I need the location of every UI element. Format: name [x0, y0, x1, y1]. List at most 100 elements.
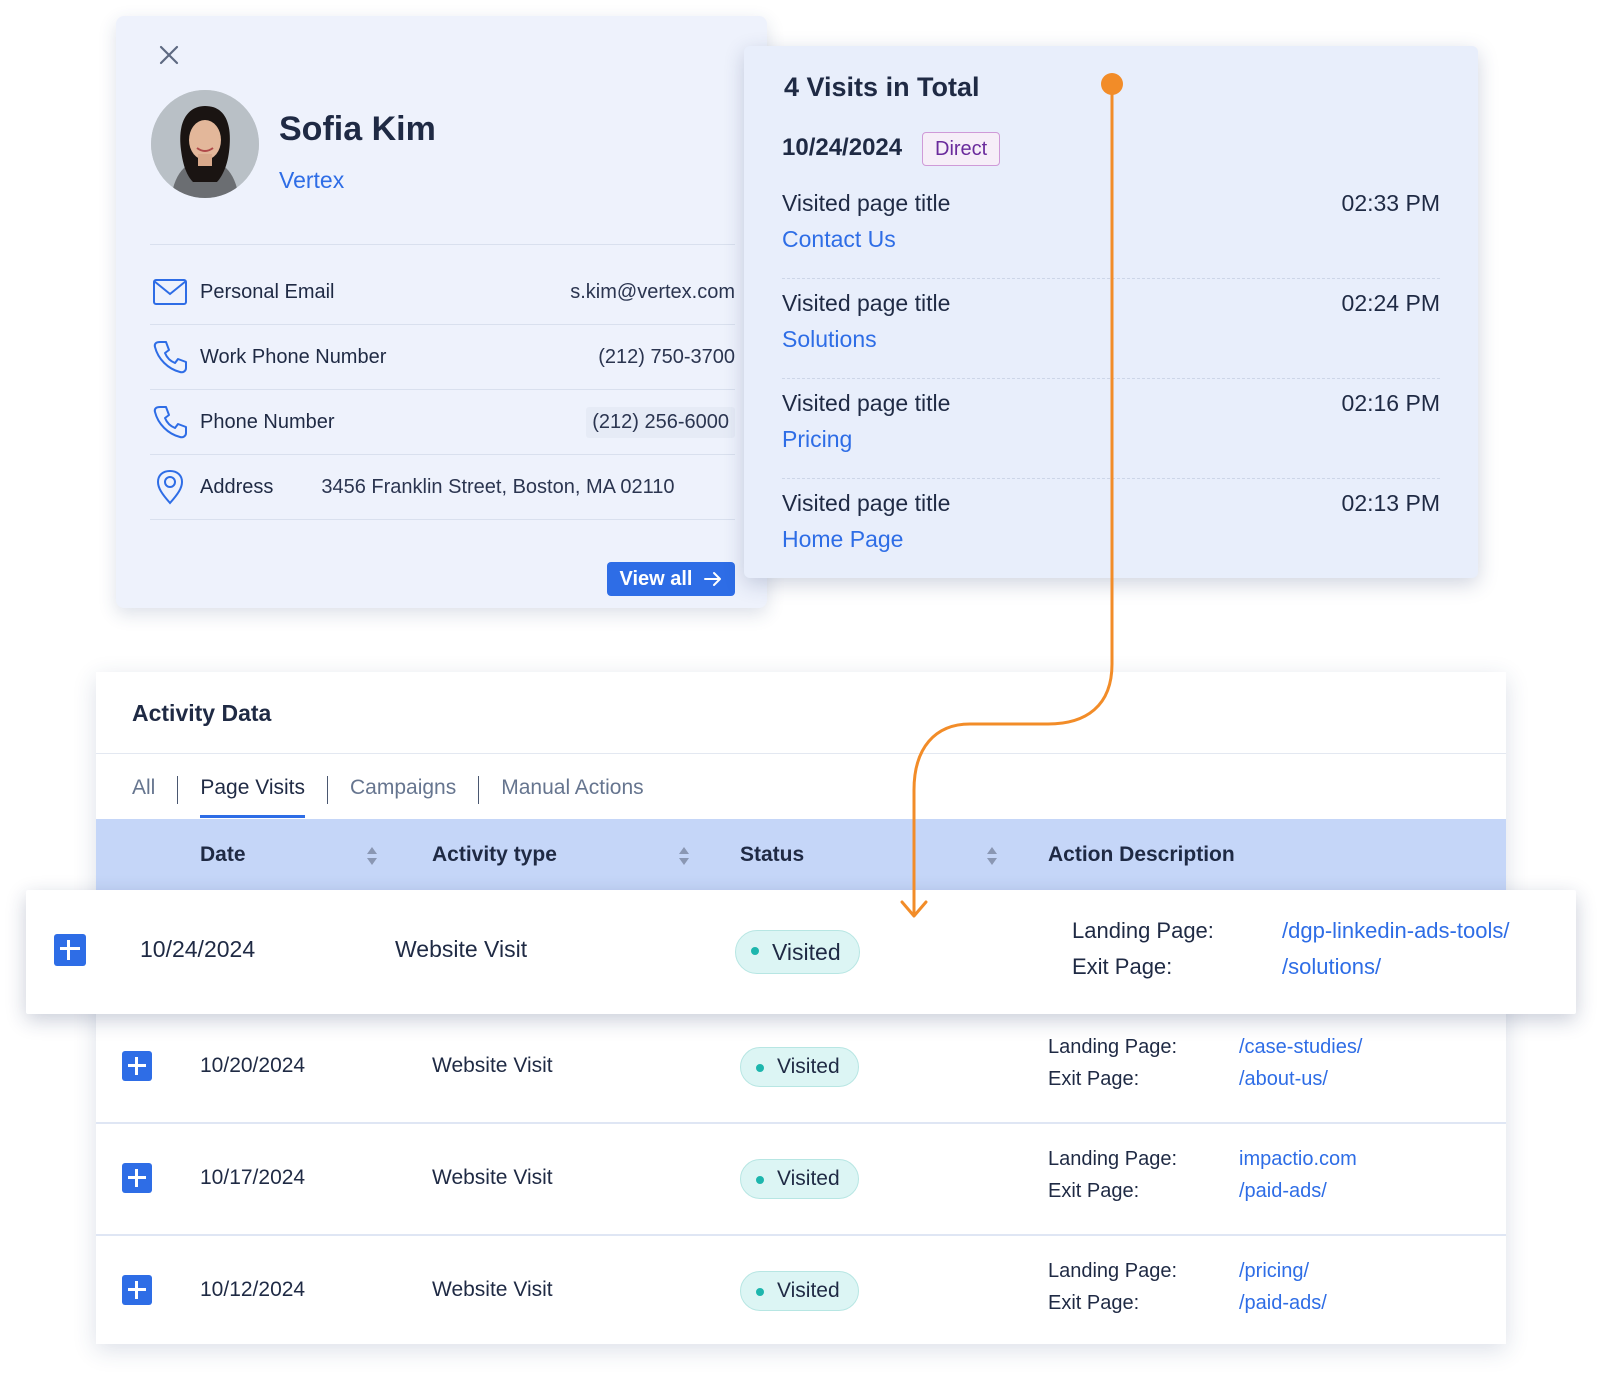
exit-page-link[interactable]: /solutions/ — [1282, 954, 1381, 980]
info-row-email: Personal Email s.kim@vertex.com — [150, 260, 735, 324]
visit-page-link[interactable]: Home Page — [782, 526, 903, 553]
tab-bar: All Page Visits Campaigns Manual Actions — [132, 772, 644, 818]
table-row[interactable]: 10/17/2024 Website Visit Visited Landing… — [96, 1124, 1506, 1236]
tab-all[interactable]: All — [132, 772, 155, 818]
email-value[interactable]: s.kim@vertex.com — [570, 281, 735, 304]
visit-page-link[interactable]: Pricing — [782, 426, 852, 453]
expand-plus-icon[interactable] — [122, 1051, 152, 1081]
phone-icon — [150, 402, 190, 442]
table-row[interactable]: 10/12/2024 Website Visit Visited Landing… — [96, 1236, 1506, 1348]
column-header-status[interactable]: Status — [740, 819, 804, 891]
visits-date: 10/24/2024 — [782, 134, 903, 161]
tab-separator — [478, 776, 480, 804]
row-date: 10/12/2024 — [200, 1278, 306, 1301]
expand-plus-icon[interactable] — [122, 1275, 152, 1305]
row-date: 10/20/2024 — [200, 1054, 306, 1077]
email-label: Personal Email — [200, 280, 335, 303]
contact-name: Sofia Kim — [279, 110, 436, 148]
exit-page-label: Exit Page: — [1072, 954, 1173, 979]
status-badge: Visited — [740, 1159, 859, 1199]
info-row-work-phone: Work Phone Number (212) 750-3700 — [150, 325, 735, 389]
column-header-date[interactable]: Date — [200, 819, 246, 891]
row-date: 10/17/2024 — [200, 1166, 306, 1189]
visit-time: 02:16 PM — [1341, 390, 1440, 416]
highlighted-table-row[interactable]: 10/24/2024 Website Visit Visited Landing… — [26, 890, 1576, 1014]
row-activity-type: Website Visit — [432, 1054, 553, 1077]
landing-page-link[interactable]: /dgp-linkedin-ads-tools/ — [1282, 918, 1509, 944]
sort-icon[interactable] — [365, 845, 379, 867]
activity-title: Activity Data — [132, 700, 272, 726]
info-row-phone: Phone Number (212) 256-6000 — [150, 390, 735, 454]
phone-label: Phone Number — [200, 410, 335, 433]
expand-plus-icon[interactable] — [122, 1163, 152, 1193]
tab-page-visits[interactable]: Page Visits — [200, 772, 305, 818]
divider — [150, 519, 735, 520]
divider — [782, 478, 1440, 479]
tab-manual-actions[interactable]: Manual Actions — [501, 772, 643, 818]
address-label: Address — [200, 475, 274, 498]
arrow-right-icon — [703, 572, 721, 586]
column-header-activity-type[interactable]: Activity type — [432, 819, 557, 891]
exit-page-link[interactable]: /paid-ads/ — [1239, 1180, 1327, 1203]
visit-item: Visited page title 02:13 PM Home Page — [782, 490, 1440, 590]
landing-page-label: Landing Page: — [1048, 1148, 1178, 1170]
visit-label: Visited page title — [782, 490, 951, 516]
landing-page-label: Landing Page: — [1072, 918, 1214, 943]
row-activity-type: Website Visit — [395, 936, 528, 962]
exit-page-label: Exit Page: — [1048, 1180, 1140, 1202]
divider — [782, 378, 1440, 379]
status-badge: Visited — [740, 1271, 859, 1311]
mail-icon — [150, 272, 190, 312]
visit-page-link[interactable]: Solutions — [782, 326, 877, 353]
address-value: 3456 Franklin Street, Boston, MA 02110 — [321, 475, 675, 498]
sort-icon[interactable] — [677, 845, 691, 867]
close-icon[interactable] — [154, 40, 184, 70]
visit-label: Visited page title — [782, 290, 951, 316]
landing-page-label: Landing Page: — [1048, 1260, 1178, 1282]
phone-icon — [150, 337, 190, 377]
exit-page-label: Exit Page: — [1048, 1292, 1140, 1314]
row-date: 10/24/2024 — [140, 936, 256, 962]
source-badge: Direct — [922, 132, 1001, 166]
avatar — [151, 90, 259, 198]
view-all-button[interactable]: View all — [607, 562, 735, 596]
landing-page-link[interactable]: impactio.com — [1239, 1148, 1357, 1171]
visit-item: Visited page title 02:16 PM Pricing — [782, 390, 1440, 490]
divider — [782, 278, 1440, 279]
phone-value[interactable]: (212) 256-6000 — [586, 406, 735, 438]
landing-page-link[interactable]: /case-studies/ — [1239, 1036, 1362, 1059]
visit-time: 02:13 PM — [1341, 490, 1440, 516]
table-header: Date Activity type Status Action Descrip… — [96, 819, 1506, 891]
visit-label: Visited page title — [782, 390, 951, 416]
expand-plus-icon[interactable] — [54, 934, 86, 966]
row-activity-type: Website Visit — [432, 1166, 553, 1189]
divider — [96, 753, 1506, 754]
sort-icon[interactable] — [985, 845, 999, 867]
visit-time: 02:24 PM — [1341, 290, 1440, 316]
table-row[interactable]: 10/20/2024 Website Visit Visited Landing… — [96, 1012, 1506, 1124]
tab-separator — [177, 776, 179, 804]
work-phone-label: Work Phone Number — [200, 345, 387, 368]
column-header-action-description: Action Description — [1048, 843, 1235, 866]
visit-label: Visited page title — [782, 190, 951, 216]
row-activity-type: Website Visit — [432, 1278, 553, 1301]
status-badge: Visited — [740, 1047, 859, 1087]
visit-page-link[interactable]: Contact Us — [782, 226, 896, 253]
contact-company[interactable]: Vertex — [279, 167, 344, 194]
info-row-address: Address 3456 Franklin Street, Boston, MA… — [150, 455, 735, 519]
visit-time: 02:33 PM — [1341, 190, 1440, 216]
tab-campaigns[interactable]: Campaigns — [350, 772, 456, 818]
contact-card: Sofia Kim Vertex Personal Email s.kim@ve… — [116, 16, 767, 608]
work-phone-value[interactable]: (212) 750-3700 — [598, 346, 735, 369]
location-pin-icon — [150, 467, 190, 507]
tab-separator — [327, 776, 329, 804]
landing-page-link[interactable]: /pricing/ — [1239, 1260, 1309, 1283]
visits-title: 4 Visits in Total — [784, 72, 980, 102]
visit-item: Visited page title 02:24 PM Solutions — [782, 290, 1440, 390]
exit-page-link[interactable]: /paid-ads/ — [1239, 1292, 1327, 1315]
exit-page-label: Exit Page: — [1048, 1068, 1140, 1090]
view-all-label: View all — [619, 567, 693, 590]
exit-page-link[interactable]: /about-us/ — [1239, 1068, 1328, 1091]
status-badge: Visited — [735, 930, 860, 974]
divider — [150, 244, 735, 245]
